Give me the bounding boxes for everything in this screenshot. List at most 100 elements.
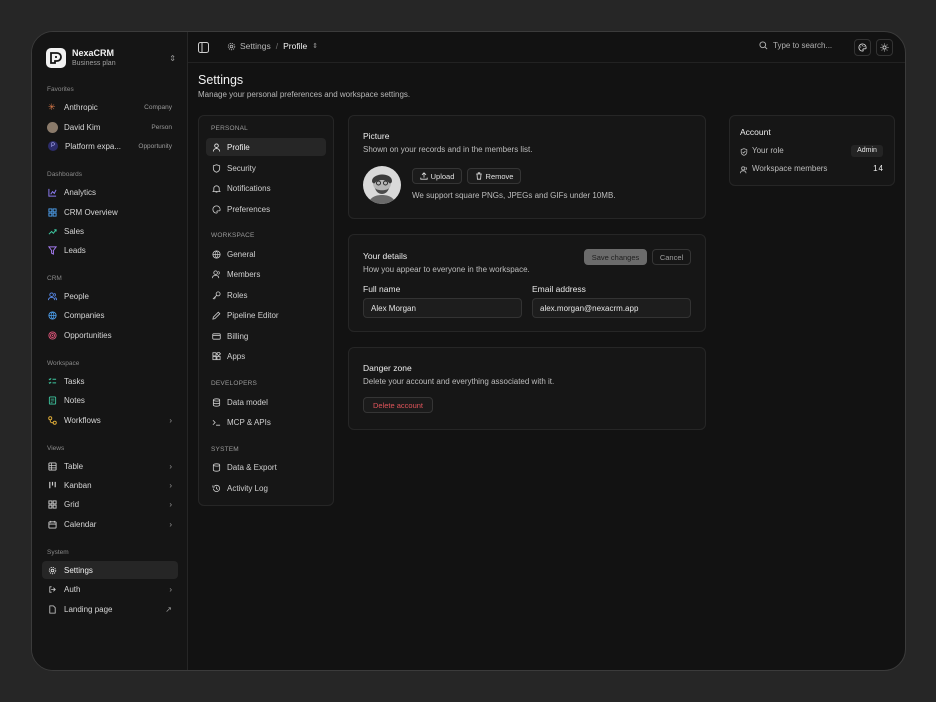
group-label-system: System bbox=[47, 549, 69, 556]
sidebar-item-sales[interactable]: Sales bbox=[42, 222, 178, 240]
settings-nav-data-export[interactable]: Data & Export bbox=[206, 458, 326, 476]
workflow-icon bbox=[48, 415, 57, 425]
apps-icon bbox=[212, 351, 221, 360]
sidebar-item-label: Anthropic bbox=[64, 102, 98, 112]
brand-name: NexaCRM bbox=[72, 47, 115, 58]
settings-nav-notifications[interactable]: Notifications bbox=[206, 179, 326, 197]
full-name-field[interactable]: Alex Morgan bbox=[363, 298, 522, 318]
settings-nav-mcp-apis[interactable]: MCP & APIs bbox=[206, 413, 326, 431]
app-window: NexaCRM Business plan ⇕ Favorites ✳ Anth… bbox=[31, 31, 906, 671]
full-name-label: Full name bbox=[363, 284, 401, 294]
search-input[interactable]: Type to search... bbox=[759, 41, 832, 50]
palette-icon bbox=[212, 204, 221, 214]
profile-avatar bbox=[363, 166, 401, 204]
settings-nav-preferences[interactable]: Preferences bbox=[206, 200, 326, 218]
pencil-icon bbox=[212, 311, 221, 320]
settings-nav-label: Data & Export bbox=[227, 462, 277, 472]
sidebar-item-leads[interactable]: Leads bbox=[42, 241, 178, 259]
target-icon bbox=[48, 330, 57, 340]
sidebar-item-notes[interactable]: Notes bbox=[42, 391, 178, 409]
favorite-tag: Opportunity bbox=[138, 142, 172, 150]
sidebar-item-opportunities[interactable]: Opportunities bbox=[42, 326, 178, 344]
members-label: Workspace members bbox=[752, 164, 828, 173]
cancel-button[interactable]: Cancel bbox=[652, 249, 691, 265]
funnel-icon bbox=[48, 245, 57, 255]
upload-button[interactable]: Upload bbox=[412, 168, 462, 184]
search-icon bbox=[759, 41, 768, 50]
sidebar-item-label: Workflows bbox=[64, 415, 101, 425]
calendar-icon bbox=[48, 520, 57, 529]
settings-nav-data-model[interactable]: Data model bbox=[206, 393, 326, 411]
details-title: Your details bbox=[363, 251, 408, 261]
favorite-tag: Company bbox=[144, 103, 172, 111]
picture-card: Picture Shown on your records and in the… bbox=[348, 115, 706, 219]
workspace-switcher[interactable]: NexaCRM Business plan ⇕ bbox=[46, 45, 176, 71]
chevron-updown-icon[interactable]: ⇕ bbox=[312, 42, 318, 50]
people-icon bbox=[212, 269, 220, 278]
settings-nav-roles[interactable]: Roles bbox=[206, 286, 326, 304]
settings-group-workspace: WORKSPACE bbox=[211, 232, 255, 239]
palette-icon bbox=[858, 43, 867, 52]
settings-nav-activity-log[interactable]: Activity Log bbox=[206, 479, 326, 497]
sidebar-item-auth[interactable]: Auth › bbox=[42, 580, 178, 598]
sidebar-item-label: Kanban bbox=[64, 480, 92, 490]
save-changes-button[interactable]: Save changes bbox=[584, 249, 647, 265]
brand-plan: Business plan bbox=[72, 59, 116, 67]
settings-nav-security[interactable]: Security bbox=[206, 159, 326, 177]
sidebar-item-calendar[interactable]: Calendar › bbox=[42, 515, 178, 533]
theme-palette-button[interactable] bbox=[854, 39, 871, 56]
theme-toggle-button[interactable] bbox=[876, 39, 893, 56]
settings-nav-label: Activity Log bbox=[227, 483, 268, 493]
page-title: Settings bbox=[198, 73, 244, 87]
sidebar-item-label: Opportunities bbox=[64, 330, 112, 340]
sidebar-item-label: Calendar bbox=[64, 519, 97, 529]
sidebar-item-kanban[interactable]: Kanban › bbox=[42, 476, 178, 494]
members-count: 14 bbox=[873, 164, 884, 173]
settings-nav-label: Pipeline Editor bbox=[227, 310, 279, 320]
settings-nav-general[interactable]: General bbox=[206, 245, 326, 263]
kanban-icon bbox=[49, 481, 56, 488]
email-field[interactable]: alex.morgan@nexacrm.app bbox=[532, 298, 691, 318]
sidebar-item-label: Leads bbox=[64, 245, 86, 255]
sidebar-item-anthropic[interactable]: ✳ Anthropic Company bbox=[42, 98, 178, 116]
sidebar-item-settings[interactable]: Settings bbox=[42, 561, 178, 579]
sidebar-item-landing-page[interactable]: Landing page ↗ bbox=[42, 600, 178, 618]
settings-nav-pipeline-editor[interactable]: Pipeline Editor bbox=[206, 306, 326, 324]
group-label-dashboards: Dashboards bbox=[47, 171, 83, 178]
sidebar-toggle-icon[interactable] bbox=[198, 42, 209, 53]
settings-group-personal: PERSONAL bbox=[211, 125, 249, 132]
settings-nav-billing[interactable]: Billing bbox=[206, 327, 326, 345]
sidebar-item-people[interactable]: People bbox=[42, 287, 178, 305]
sidebar-item-analytics[interactable]: Analytics bbox=[42, 183, 178, 201]
delete-account-button[interactable]: Delete account bbox=[363, 397, 433, 413]
settings-nav-apps[interactable]: Apps bbox=[206, 347, 326, 365]
sidebar-item-grid[interactable]: Grid › bbox=[42, 495, 178, 513]
credit-card-icon bbox=[212, 332, 221, 340]
sidebar-item-label: Notes bbox=[64, 395, 85, 405]
brand-logo-icon bbox=[46, 48, 66, 68]
sidebar-item-tasks[interactable]: Tasks bbox=[42, 372, 178, 390]
database-icon bbox=[212, 462, 221, 472]
external-link-icon: ↗ bbox=[165, 604, 172, 614]
breadcrumb-profile[interactable]: Profile bbox=[283, 41, 307, 51]
sidebar-item-companies[interactable]: Companies bbox=[42, 306, 178, 324]
sidebar-item-david-kim[interactable]: David Kim Person bbox=[42, 118, 178, 136]
settings-nav-label: Members bbox=[227, 269, 261, 279]
sidebar-item-label: CRM Overview bbox=[64, 207, 118, 217]
history-icon bbox=[212, 484, 221, 492]
settings-nav-profile[interactable]: Profile bbox=[206, 138, 326, 156]
search-placeholder: Type to search... bbox=[773, 41, 833, 50]
settings-nav-label: Apps bbox=[227, 351, 246, 361]
danger-subtitle: Delete your account and everything assoc… bbox=[363, 377, 555, 386]
sidebar-item-label: David Kim bbox=[64, 122, 101, 132]
sidebar-item-workflows[interactable]: Workflows › bbox=[42, 411, 178, 429]
group-label-views: Views bbox=[47, 445, 65, 452]
sidebar-item-table[interactable]: Table › bbox=[42, 457, 178, 475]
remove-button[interactable]: Remove bbox=[467, 168, 521, 184]
sidebar-item-platform-expansion[interactable]: P Platform expa... Opportunity bbox=[42, 137, 178, 155]
sidebar-item-crm-overview[interactable]: CRM Overview bbox=[42, 203, 178, 221]
breadcrumb-settings[interactable]: Settings bbox=[240, 41, 271, 51]
settings-nav-members[interactable]: Members bbox=[206, 265, 326, 283]
grid-icon bbox=[48, 207, 57, 217]
chevron-right-icon: › bbox=[169, 415, 172, 425]
